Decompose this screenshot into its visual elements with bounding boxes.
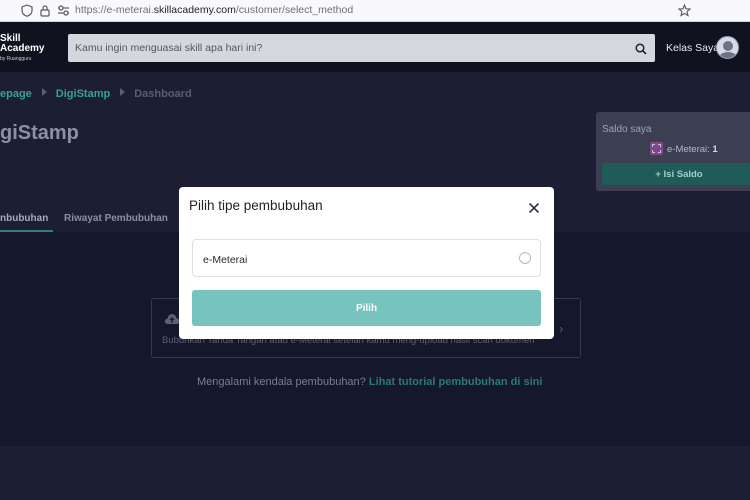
breadcrumb-separator-icon xyxy=(41,88,47,96)
saldo-value: e-Meterai: 1 xyxy=(667,144,718,155)
search-bar xyxy=(68,34,655,62)
option-label: e-Meterai xyxy=(203,254,248,266)
radio-button[interactable] xyxy=(519,252,531,264)
address-bar[interactable]: https://e-meterai.skillacademy.com/custo… xyxy=(75,4,353,16)
breadcrumb-homepage[interactable]: epage xyxy=(0,88,32,100)
modal-title: Pilih tipe pembubuhan xyxy=(189,198,323,213)
search-input[interactable] xyxy=(75,39,615,57)
saldo-label: Saldo saya xyxy=(602,124,652,135)
close-icon[interactable] xyxy=(528,201,540,214)
lock-icon[interactable] xyxy=(38,4,52,18)
help-line: Mengalami kendala pembubuhan? Lihat tuto… xyxy=(197,376,542,388)
select-method-modal: Pilih tipe pembubuhan e-Meterai Pilih xyxy=(179,187,554,339)
logo[interactable]: Skill Academy by Ruangguru xyxy=(0,34,44,64)
cloud-upload-icon xyxy=(164,312,180,324)
page-bottom xyxy=(0,446,750,500)
breadcrumb-separator-icon xyxy=(120,88,126,96)
app-header: Skill Academy by Ruangguru Kelas Saya xyxy=(0,22,750,72)
tab-pembubuhan[interactable]: nbubuhan xyxy=(0,207,53,232)
avatar[interactable] xyxy=(716,36,739,59)
option-e-meterai[interactable]: e-Meterai xyxy=(192,239,541,277)
breadcrumb-digistamp[interactable]: DigiStamp xyxy=(56,88,110,100)
star-icon[interactable] xyxy=(677,3,691,18)
search-icon[interactable] xyxy=(635,42,647,55)
pilih-button[interactable]: Pilih xyxy=(192,290,541,326)
browser-toolbar: https://e-meterai.skillacademy.com/custo… xyxy=(0,0,750,22)
chevron-right-icon: › xyxy=(559,321,564,336)
stamp-icon xyxy=(650,142,663,155)
saldo-card: Saldo saya e-Meterai: 1 + Isi Saldo xyxy=(596,112,750,191)
kelas-saya-link[interactable]: Kelas Saya xyxy=(666,42,719,54)
breadcrumb: epage DigiStamp Dashboard xyxy=(0,88,192,100)
help-text: Mengalami kendala pembubuhan? xyxy=(197,376,366,388)
breadcrumb-dashboard: Dashboard xyxy=(134,88,192,100)
page-title: giStamp xyxy=(0,122,79,144)
isi-saldo-button[interactable]: + Isi Saldo xyxy=(602,163,750,185)
tutorial-link[interactable]: Lihat tutorial pembubuhan di sini xyxy=(369,376,543,388)
shield-icon[interactable] xyxy=(20,4,34,18)
tab-riwayat-pembubuhan[interactable]: Riwayat Pembubuhan xyxy=(64,207,168,232)
permissions-icon[interactable] xyxy=(56,4,70,18)
